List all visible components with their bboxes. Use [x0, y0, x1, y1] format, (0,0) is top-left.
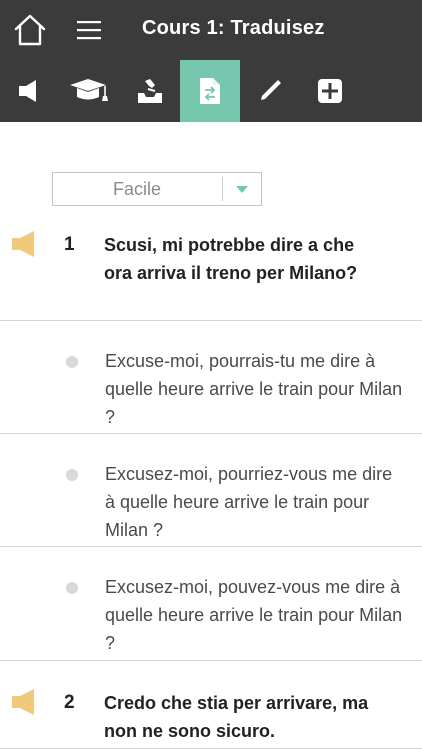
- question-number: 1: [64, 234, 75, 255]
- question-text: Credo che stia per arrivare, ma non ne s…: [104, 693, 369, 741]
- difficulty-value: Facile: [112, 179, 161, 199]
- divider: [0, 320, 422, 321]
- tab-translate[interactable]: [180, 60, 240, 122]
- page-title: Cours 1: Traduisez: [142, 17, 325, 39]
- option-text: Excusez-moi, pouvez-vous me dire à quell…: [105, 577, 403, 653]
- divider: [0, 660, 422, 661]
- chevron-down-icon: [236, 186, 248, 193]
- tab-lesson[interactable]: [60, 60, 120, 122]
- option-text: Excusez-moi, pourriez-vous me dire à que…: [105, 464, 393, 540]
- hamburger-icon: [77, 21, 101, 40]
- question-text: Scusi, mi potrebbe dire a che ora arriva…: [104, 235, 358, 283]
- translate-document-icon: [200, 78, 220, 104]
- divider: [0, 546, 422, 547]
- pencil-icon: [261, 80, 281, 100]
- title-bar: Cours 1: Traduisez: [0, 0, 422, 60]
- tab-add[interactable]: [300, 60, 360, 122]
- tab-write[interactable]: [240, 60, 300, 122]
- speaker-icon: [12, 689, 34, 715]
- menu-button[interactable]: [74, 15, 104, 45]
- plus-icon: [318, 79, 342, 103]
- dropdown-button[interactable]: [223, 173, 261, 205]
- divider: [0, 748, 422, 749]
- option-text: Excuse-moi, pourrais-tu me dire à quelle…: [105, 351, 403, 427]
- toolbar: [0, 60, 422, 122]
- play-audio-button[interactable]: [10, 229, 40, 259]
- play-audio-button[interactable]: [10, 687, 40, 717]
- home-icon: [14, 14, 46, 46]
- home-button[interactable]: [12, 12, 48, 48]
- divider: [0, 433, 422, 434]
- tab-listen[interactable]: [0, 60, 60, 122]
- tab-exercises[interactable]: [120, 60, 180, 122]
- difficulty-select[interactable]: Facile: [52, 172, 262, 206]
- option-radio[interactable]: [66, 582, 78, 594]
- speaker-icon: [12, 231, 34, 257]
- question-number: 2: [64, 692, 75, 713]
- graduation-cap-icon: [70, 79, 108, 101]
- option-radio[interactable]: [66, 469, 78, 481]
- speaker-icon: [19, 80, 36, 102]
- option-radio[interactable]: [66, 356, 78, 368]
- app-header: Cours 1: Traduisez: [0, 0, 422, 122]
- inbox-icon: [138, 79, 162, 103]
